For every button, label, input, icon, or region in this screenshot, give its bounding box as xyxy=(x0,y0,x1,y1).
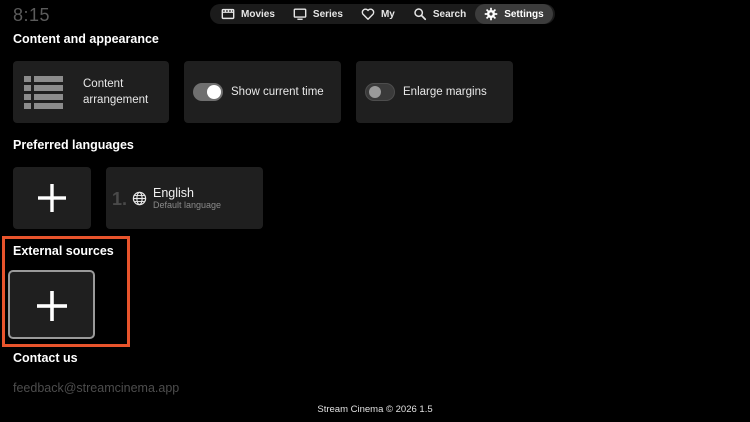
plus-icon xyxy=(38,184,66,212)
nav-my[interactable]: My xyxy=(352,4,404,24)
gear-icon xyxy=(484,7,498,21)
nav-search-label: Search xyxy=(432,8,467,20)
language-subtitle: Default language xyxy=(153,200,222,210)
contact-email[interactable]: feedback@streamcinema.app xyxy=(13,381,179,395)
list-layout-icon xyxy=(24,76,64,110)
enlarge-margins-label: Enlarge margins xyxy=(403,86,487,98)
nav-search[interactable]: Search xyxy=(404,4,475,24)
show-current-time-card[interactable]: Show current time xyxy=(184,61,341,123)
plus-icon xyxy=(37,291,67,321)
nav-movies[interactable]: Movies xyxy=(212,4,284,24)
toggle-knob xyxy=(369,86,381,98)
language-card-english[interactable]: 1. English Default language xyxy=(106,167,263,229)
toggle-knob xyxy=(207,85,221,99)
nav-movies-label: Movies xyxy=(241,8,275,20)
footer-version: Stream Cinema © 2026 1.5 xyxy=(317,404,433,415)
add-external-source-button[interactable] xyxy=(8,270,95,339)
section-title-content-appearance: Content and appearance xyxy=(13,32,159,46)
tv-icon xyxy=(293,8,307,20)
language-index: 1. xyxy=(112,189,128,209)
language-name: English xyxy=(153,186,194,200)
section-title-contact: Contact us xyxy=(13,351,78,365)
heart-icon xyxy=(361,8,375,20)
film-icon xyxy=(221,8,235,20)
nav-series-label: Series xyxy=(312,8,343,20)
show-current-time-toggle[interactable] xyxy=(193,83,223,101)
section-title-preferred-languages: Preferred languages xyxy=(13,138,134,152)
enlarge-margins-card[interactable]: Enlarge margins xyxy=(356,61,513,123)
nav-my-label: My xyxy=(380,8,395,20)
globe-icon xyxy=(132,191,147,206)
nav-series[interactable]: Series xyxy=(284,4,352,24)
clock: 8:15 xyxy=(13,5,51,25)
search-icon xyxy=(414,8,426,21)
settings-page: 8:15 Movies Series My Search Settings Co… xyxy=(0,0,750,422)
nav-settings-label: Settings xyxy=(504,8,544,20)
show-current-time-label: Show current time xyxy=(231,86,324,98)
content-arrangement-label: Content arrangement xyxy=(83,78,149,106)
add-language-button[interactable] xyxy=(13,167,91,229)
content-arrangement-card[interactable]: Content arrangement xyxy=(13,61,169,123)
enlarge-margins-toggle[interactable] xyxy=(365,83,395,101)
nav-settings[interactable]: Settings xyxy=(475,4,553,24)
top-navigation: Movies Series My Search Settings xyxy=(210,4,555,24)
